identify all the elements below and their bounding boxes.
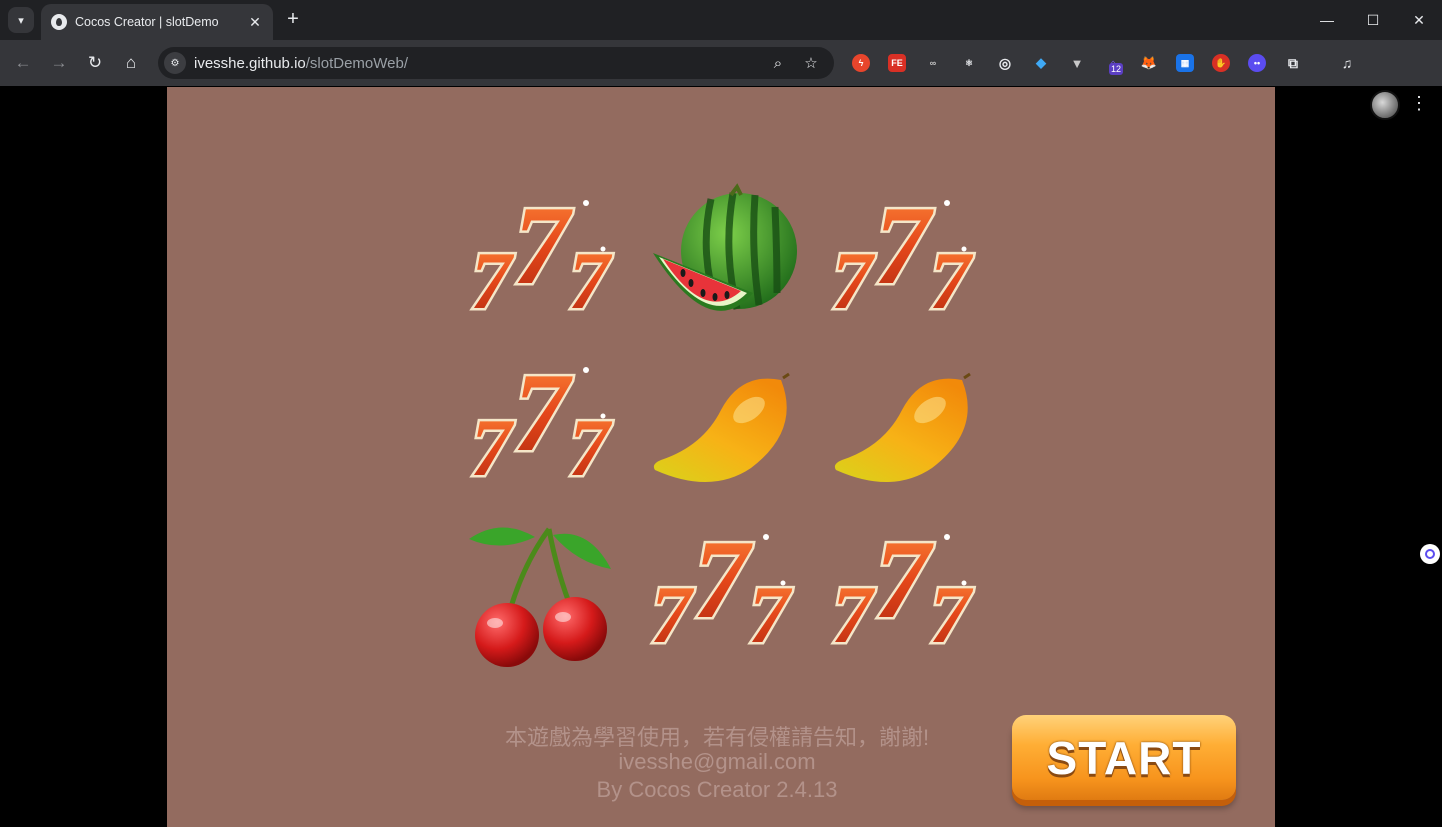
extensions-puzzle-icon[interactable]: ⧉ — [1284, 54, 1302, 72]
author-email: ivesshe@gmail.com — [618, 749, 816, 774]
svg-text:7: 7 — [930, 569, 974, 660]
extension-fox-icon[interactable]: 🦊 — [1140, 54, 1158, 72]
svg-text:7: 7 — [832, 569, 876, 660]
extension-qr-icon[interactable]: ▦ — [1176, 54, 1194, 72]
svg-text:7: 7 — [693, 518, 753, 642]
extension-vue-icon[interactable]: ▼ — [1068, 54, 1086, 72]
slot-game-canvas[interactable]: 7 7 7 7 7 7 7 7 7 7 7 7 7 7 7 本遊戲為學習使用，若… — [167, 87, 1275, 827]
svg-text:7: 7 — [749, 569, 793, 660]
forward-icon[interactable]: → — [45, 49, 73, 77]
engine-credit: By Cocos Creator 2.4.13 — [596, 777, 838, 802]
seven-symbol-icon: 7 7 7 — [461, 350, 621, 500]
address-bar[interactable]: ⚙ ivesshe.github.io/slotDemoWeb/ ⌕ ☆ — [158, 47, 834, 79]
svg-text:7: 7 — [569, 235, 613, 326]
browser-toolbar: ← → ↻ ⌂ ⚙ ivesshe.github.io/slotDemoWeb/… — [0, 40, 1442, 120]
cherry-symbol-icon — [461, 517, 621, 667]
extension-link-icon[interactable]: ∞ — [924, 54, 942, 72]
svg-text:7: 7 — [471, 235, 515, 326]
svg-text:7: 7 — [930, 235, 974, 326]
minimize-icon[interactable]: — — [1304, 0, 1350, 40]
back-icon[interactable]: ← — [9, 49, 37, 77]
svg-text:7: 7 — [874, 518, 934, 642]
disclaimer-text: 本遊戲為學習使用，若有侵權請告知，謝謝! — [504, 725, 930, 750]
url-host: ivesshe.github.io — [194, 55, 306, 72]
tab-active[interactable]: Cocos Creator | slotDemo ✕ — [41, 4, 273, 40]
maximize-icon[interactable]: ☐ — [1350, 0, 1396, 40]
extension-react-icon[interactable]: ⚛ — [960, 54, 978, 72]
seven-symbol-icon: 7 7 7 — [641, 517, 801, 667]
url-text[interactable]: ivesshe.github.io/slotDemoWeb/ — [194, 55, 408, 72]
mango-symbol-icon — [822, 350, 982, 500]
reload-icon[interactable]: ↻ — [81, 49, 109, 77]
svg-text:7: 7 — [569, 402, 613, 493]
site-info-icon[interactable]: ⚙ — [164, 52, 186, 74]
extension-bolt-icon[interactable]: ϟ — [852, 54, 870, 72]
extension-target-icon[interactable]: ◎ — [996, 54, 1014, 72]
watermelon-symbol-icon — [641, 183, 801, 333]
extension-badge: 12 — [1109, 63, 1124, 75]
extension-face-icon[interactable]: •• — [1248, 54, 1266, 72]
extension-diamond-icon[interactable]: ◆ — [1032, 54, 1050, 72]
svg-text:7: 7 — [651, 569, 695, 660]
kebab-menu-icon[interactable]: ⋮ — [1408, 90, 1430, 116]
home-icon[interactable]: ⌂ — [117, 49, 145, 77]
extension-fe-icon[interactable]: FE — [888, 54, 906, 72]
extension-hand-icon[interactable]: ✋ — [1212, 54, 1230, 72]
start-button[interactable]: START — [1012, 715, 1236, 800]
svg-text:7: 7 — [471, 402, 515, 493]
tab-title: Cocos Creator | slotDemo — [75, 15, 219, 29]
close-window-icon[interactable]: ✕ — [1396, 0, 1442, 40]
url-path: /slotDemoWeb/ — [305, 55, 409, 72]
svg-text:7: 7 — [513, 184, 573, 308]
zoom-icon[interactable]: ⌕ — [767, 52, 789, 74]
tab-bar: ▾ Cocos Creator | slotDemo ✕ + — ☐ ✕ — [0, 0, 1442, 40]
svg-text:7: 7 — [513, 351, 573, 475]
svg-text:7: 7 — [874, 184, 934, 308]
mango-symbol-icon — [641, 350, 801, 500]
cocos-favicon-icon — [51, 14, 67, 30]
tab-search-icon[interactable]: ▾ — [8, 7, 34, 33]
media-control-icon[interactable]: ♫ — [1338, 54, 1356, 72]
svg-text:7: 7 — [832, 235, 876, 326]
new-tab-button[interactable]: + — [282, 8, 304, 32]
seven-symbol-icon: 7 7 7 — [822, 183, 982, 333]
side-assistant-icon[interactable] — [1420, 544, 1440, 564]
bookmark-star-icon[interactable]: ☆ — [800, 52, 822, 74]
tab-close-icon[interactable]: ✕ — [247, 14, 263, 31]
seven-symbol-icon: 7 7 7 — [461, 183, 621, 333]
profile-avatar[interactable] — [1370, 90, 1400, 120]
seven-symbol-icon: 7 7 7 — [822, 517, 982, 667]
